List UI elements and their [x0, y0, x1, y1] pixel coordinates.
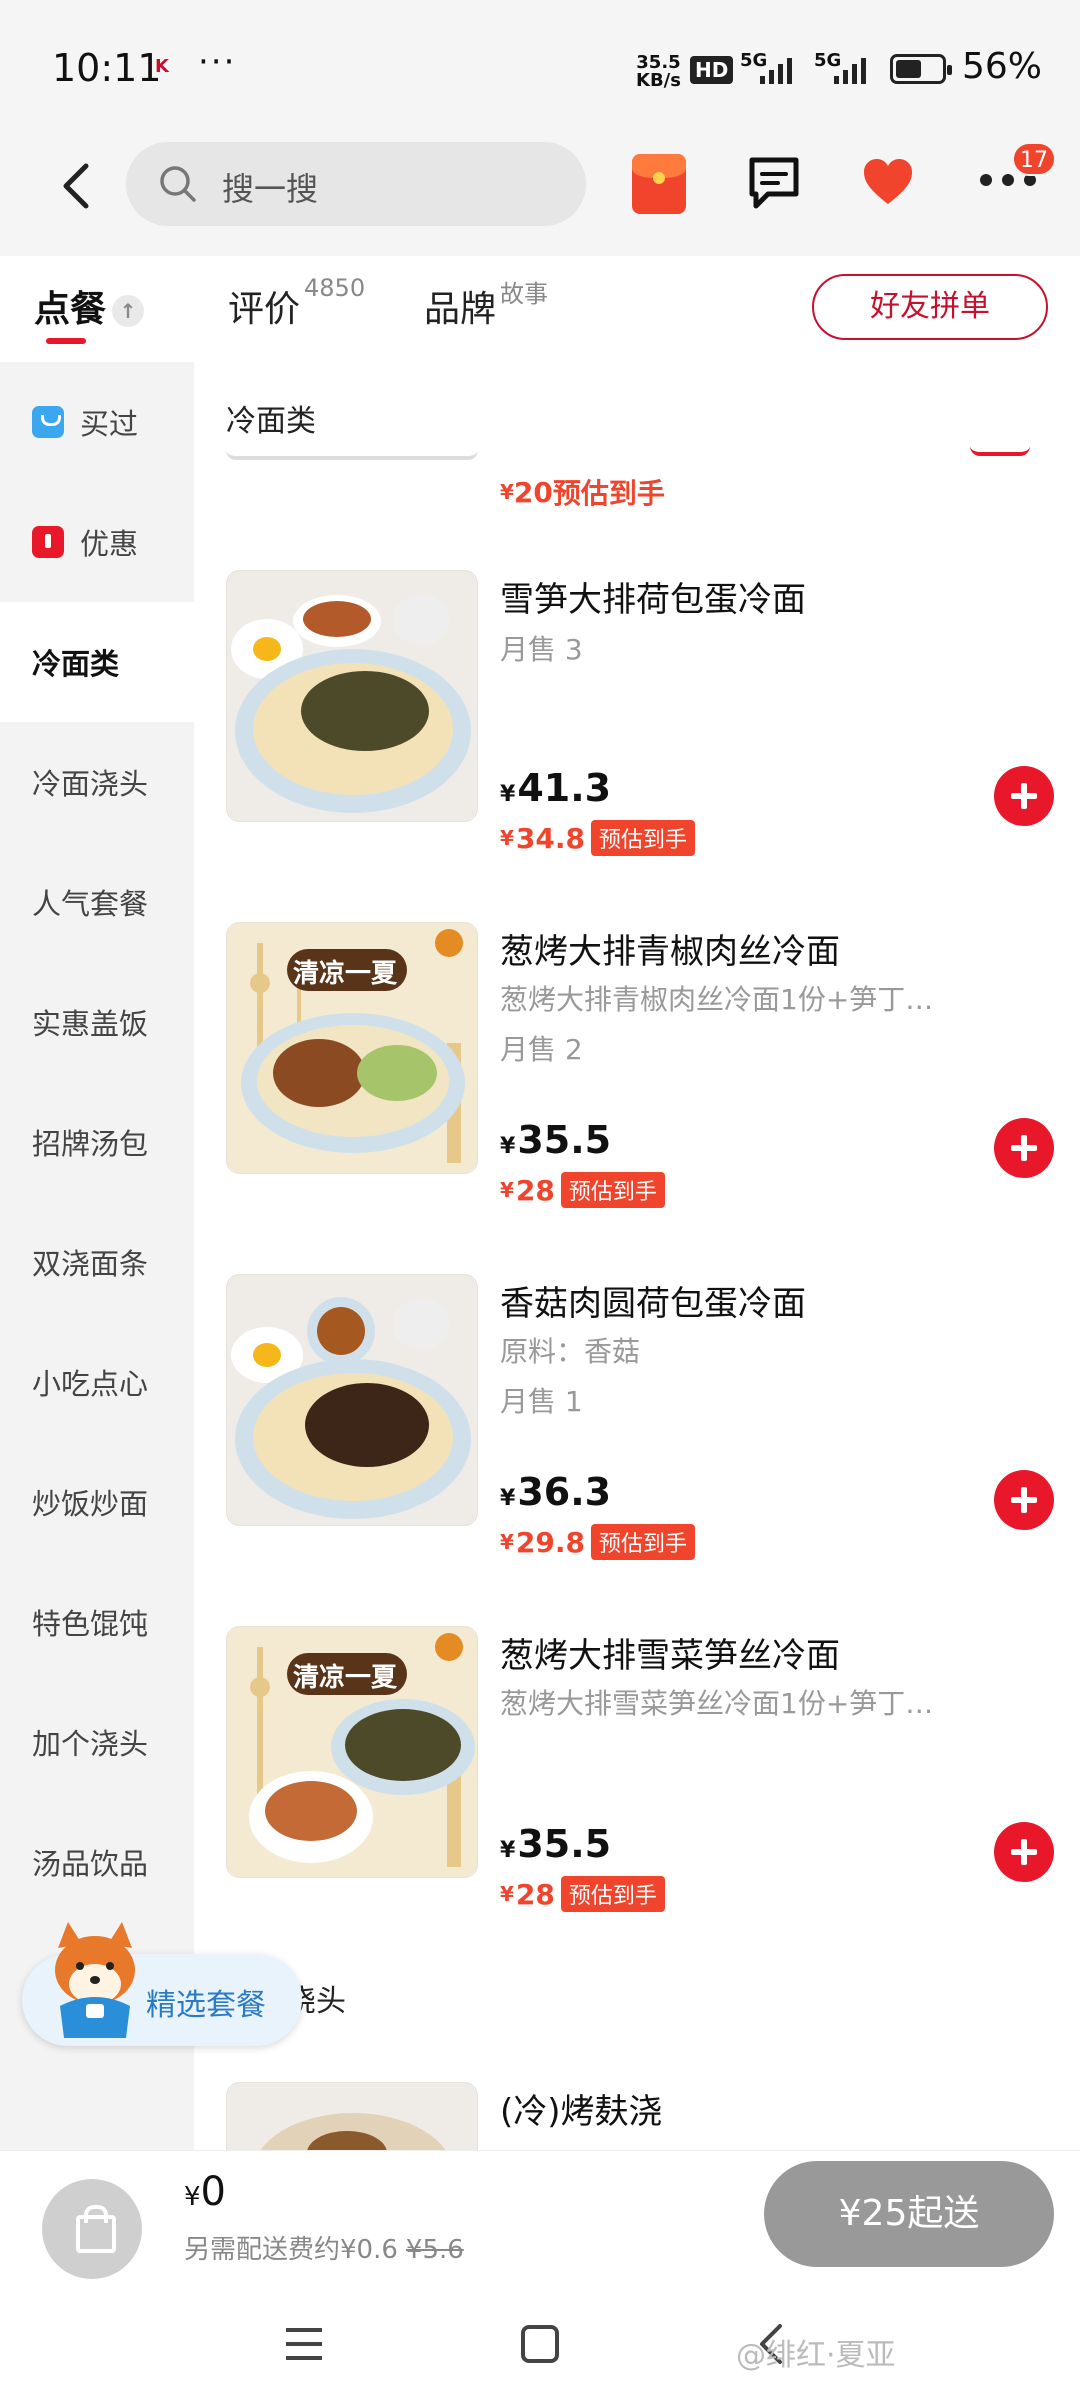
sidebar-item-extra-toppings[interactable]: 加个浇头: [0, 1682, 194, 1802]
tab-order[interactable]: 点餐 ↑: [34, 280, 145, 344]
search-placeholder: 搜一搜: [222, 170, 319, 208]
discount-icon: [32, 526, 64, 558]
add-to-cart-button[interactable]: [994, 1118, 1054, 1178]
item-monthly-sales: 月售 1: [500, 1385, 583, 1418]
message-icon[interactable]: [746, 154, 802, 212]
partial-item-thumb: [226, 450, 478, 460]
section-title: 冷面类: [226, 404, 316, 439]
favorite-heart-icon[interactable]: [862, 158, 914, 206]
fee-original: ¥5.6: [405, 2235, 464, 2265]
sidebar-item-soup-dumplings[interactable]: 招牌汤包: [0, 1082, 194, 1202]
sidebar-item-double-topping-noodles[interactable]: 双浇面条: [0, 1202, 194, 1322]
item-description: 葱烤大排雪菜笋丝冷面1份+笋丁…: [500, 1687, 934, 1720]
dish-image: 清凉一夏: [226, 922, 478, 1174]
menu-item[interactable]: 清凉一夏 葱烤大排青椒肉丝冷面 葱烤大排青椒肉丝冷面1份+笋丁… 月售 2 ¥3…: [226, 922, 1062, 1208]
sidebar-item-bought[interactable]: 买过: [0, 362, 194, 482]
search-input[interactable]: 搜一搜: [126, 142, 586, 226]
battery-percent: 56%: [962, 46, 1043, 87]
bag-icon: [32, 406, 64, 438]
menu-item[interactable]: 香菇肉圆荷包蛋冷面 原料：香菇 月售 1 ¥36.3 ¥29.8 预估到手: [226, 1274, 1062, 1560]
item-est-price: ¥34.8 预估到手: [500, 820, 696, 856]
red-packet-icon[interactable]: [632, 154, 686, 214]
item-est-price: ¥28 预估到手: [500, 1172, 665, 1208]
reviews-count: 4850: [304, 274, 366, 302]
partial-add-button[interactable]: [970, 446, 1030, 456]
battery-icon: [890, 54, 952, 84]
tab-reviews[interactable]: 评价4850: [228, 274, 365, 332]
status-more: ···: [198, 42, 237, 82]
hd-icon: HD: [690, 56, 734, 84]
group-order-button[interactable]: 好友拼单: [812, 274, 1048, 340]
featured-sets-bubble[interactable]: 精选套餐: [22, 1922, 302, 2046]
item-monthly-sales: 月售 3: [500, 633, 583, 666]
sidebar-item-fried-rice[interactable]: 炒饭炒面: [0, 1442, 194, 1562]
item-description: 葱烤大排青椒肉丝冷面1份+笋丁…: [500, 983, 934, 1016]
item-name: 葱烤大排青椒肉丝冷面: [500, 932, 840, 972]
kfc-notification-icon: K: [155, 56, 169, 77]
menu-item[interactable]: (冷)烤麸浇: [226, 2082, 1062, 2150]
menu-item[interactable]: 清凉一夏 葱烤大排雪菜笋丝冷面 葱烤大排雪菜笋丝冷面1份+笋丁… ¥35.5 ¥…: [226, 1626, 1062, 1912]
delivery-fee: 另需配送费约¥0.6 ¥5.6: [184, 2235, 464, 2265]
checkout-button[interactable]: ¥25起送: [764, 2161, 1054, 2267]
item-name: 香菇肉圆荷包蛋冷面: [500, 1284, 806, 1324]
menu-item[interactable]: 雪笋大排荷包蛋冷面 月售 3 ¥41.3 ¥34.8 预估到手: [226, 570, 1062, 856]
item-name: 葱烤大排雪菜笋丝冷面: [500, 1636, 840, 1676]
signal-icon-1: [760, 56, 792, 84]
search-icon: [160, 166, 196, 202]
signal-icon-2: [834, 56, 866, 84]
sidebar-item-snacks[interactable]: 小吃点心: [0, 1322, 194, 1442]
tab-active-indicator: [46, 338, 86, 344]
sidebar-item-cold-noodles[interactable]: 冷面类: [0, 602, 194, 722]
thumb-caption: 清凉一夏: [293, 1663, 398, 1693]
back-icon[interactable]: [50, 156, 110, 216]
item-price: ¥41.3: [500, 766, 612, 810]
dish-image: [226, 570, 478, 822]
partial-item-est-price: ¥20 预估到手: [500, 475, 665, 511]
tab-brand[interactable]: 品牌 故事: [424, 280, 548, 332]
watermark: @绯红·夏亚: [736, 2338, 896, 2373]
system-nav-bar: @绯红·夏亚: [0, 2282, 1080, 2400]
menu-list: 冷面类 ¥20 预估到手 雪笋大排荷包蛋冷面 月售 3 ¥41.3 ¥34.8 预估…: [194, 362, 1080, 2150]
item-est-price: ¥29.8 预估到手: [500, 1524, 696, 1560]
top-nav: 搜一搜 17: [0, 130, 1080, 256]
item-description: 原料：香菇: [500, 1335, 641, 1368]
cart-bag-icon[interactable]: [42, 2179, 142, 2279]
brand-story-label: 故事: [500, 280, 549, 308]
menu-icon[interactable]: [284, 2326, 324, 2362]
featured-sets-label: 精选套餐: [146, 1988, 266, 2023]
collapse-up-icon[interactable]: ↑: [112, 295, 145, 327]
cart-bar: ¥0 另需配送费约¥0.6 ¥5.6 ¥25起送: [0, 2150, 1080, 2282]
sidebar-item-soups-drinks[interactable]: 汤品饮品: [0, 1802, 194, 1922]
sidebar-item-wontons[interactable]: 特色馄饨: [0, 1562, 194, 1682]
status-time: 10:11: [52, 46, 162, 90]
dish-image: [226, 2082, 478, 2150]
dish-image: 清凉一夏: [226, 1626, 478, 1878]
add-to-cart-button[interactable]: [994, 1470, 1054, 1530]
item-price: ¥36.3: [500, 1470, 612, 1514]
item-monthly-sales: 月售 2: [500, 1033, 583, 1066]
sidebar-item-rice-bowls[interactable]: 实惠盖饭: [0, 962, 194, 1082]
category-sidebar: 买过 优惠 冷面类 冷面浇头 人气套餐 实惠盖饭 招牌汤包 双浇面条 小吃点心 …: [0, 362, 194, 2150]
cart-total: ¥0: [184, 2169, 226, 2215]
item-name: 雪笋大排荷包蛋冷面: [500, 580, 806, 620]
item-price: ¥35.5: [500, 1822, 612, 1866]
shiba-mascot-icon: [55, 1922, 135, 2038]
shop-tabs: 点餐 ↑ 评价4850 品牌 故事 好友拼单: [0, 256, 1080, 362]
item-name: (冷)烤麸浇: [500, 2092, 663, 2132]
notification-badge: 17: [1012, 142, 1056, 176]
battery-fill: [896, 60, 921, 78]
item-price: ¥35.5: [500, 1118, 612, 1162]
item-est-price: ¥28 预估到手: [500, 1876, 665, 1912]
add-to-cart-button[interactable]: [994, 1822, 1054, 1882]
net-speed: 35.5 KB/s: [636, 52, 681, 91]
sidebar-item-popular-sets[interactable]: 人气套餐: [0, 842, 194, 962]
thumb-caption: 清凉一夏: [293, 959, 398, 989]
dish-image: [226, 1274, 478, 1526]
add-to-cart-button[interactable]: [994, 766, 1054, 826]
home-icon[interactable]: [520, 2324, 560, 2364]
status-bar: 10:11 K ··· 35.5 KB/s HD 5G 5G 56%: [0, 0, 1080, 130]
sidebar-item-cold-noodle-toppings[interactable]: 冷面浇头: [0, 722, 194, 842]
sidebar-item-discount[interactable]: 优惠: [0, 482, 194, 602]
